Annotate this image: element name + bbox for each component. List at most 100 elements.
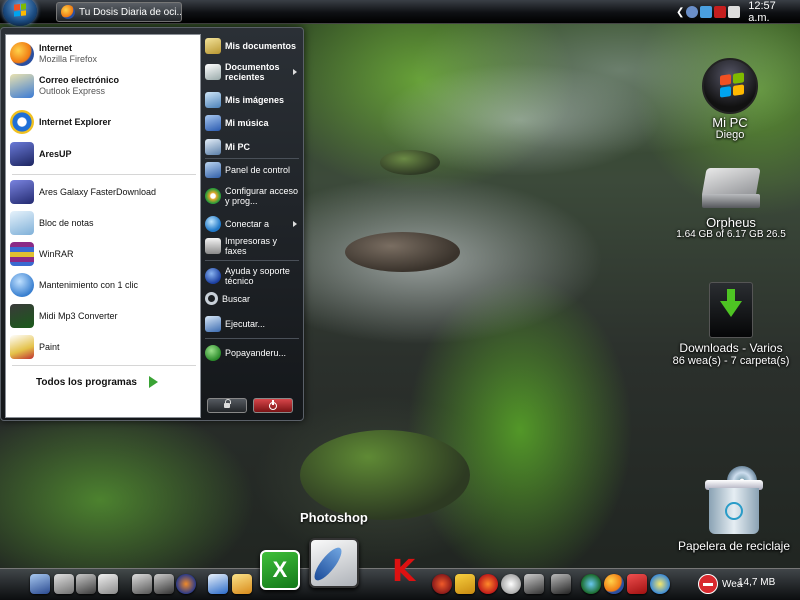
start-place-search[interactable]: Buscar [205, 292, 301, 305]
start-item-sublabel: Outlook Express [39, 86, 106, 96]
start-item-internet[interactable]: Internet Mozilla Firefox [10, 41, 198, 67]
desktop-icon-orpheus[interactable]: Orpheus 1.64 GB of 6.17 GB 26.5 [676, 164, 786, 241]
start-place-my-music[interactable]: Mi música [205, 115, 301, 131]
kaspersky-tray-icon[interactable] [714, 6, 727, 18]
safely-remove-icon[interactable] [700, 6, 713, 18]
system-tray: ❮ 12:57 a.m. [672, 0, 800, 24]
my-pictures-icon [205, 92, 221, 108]
start-menu-separator [12, 365, 196, 366]
taskbar: Tu Dosis Diaria de oci... ❮ 12:57 a.m. [0, 0, 800, 26]
start-place-my-pictures[interactable]: Mis imágenes [205, 92, 301, 108]
dock-hover-label: Photoshop [300, 510, 368, 525]
clock[interactable]: 12:57 a.m. [748, 0, 800, 24]
my-music-icon [205, 115, 221, 131]
start-item-midi-converter[interactable]: Midi Mp3 Converter [10, 303, 198, 329]
dock-app-icon[interactable] [176, 574, 196, 594]
set-program-access-icon [205, 188, 221, 204]
start-item-aresup[interactable]: AresUP [10, 141, 198, 167]
desktop-icon-label: Papelera de reciclaje [677, 539, 791, 553]
start-place-program-access[interactable]: Configurar acceso y prog... [205, 186, 301, 206]
search-icon [205, 292, 218, 305]
volume-icon[interactable] [728, 6, 741, 18]
folder-icon[interactable] [232, 574, 252, 594]
wallpaper-mossy-rock [300, 430, 470, 520]
start-item-maintenance[interactable]: Mantenimiento con 1 clic [10, 272, 198, 298]
start-place-connect-to[interactable]: Conectar a [205, 216, 301, 232]
start-item-paint[interactable]: Paint [10, 334, 198, 360]
all-programs-button[interactable]: Todos los programas [36, 376, 158, 388]
start-item-notepad[interactable]: Bloc de notas [10, 210, 198, 236]
start-menu-separator [12, 174, 196, 175]
dock-app-icon[interactable] [54, 574, 74, 594]
start-place-label: Panel de control [225, 165, 291, 175]
submenu-arrow-icon [293, 221, 297, 227]
desktop-icon-downloads[interactable]: Downloads - Varios 86 wea(s) - 7 carpeta… [670, 282, 792, 367]
dock-app-icon[interactable] [30, 574, 50, 594]
dock-app-icon[interactable] [627, 574, 647, 594]
desktop-icon-recycle-bin[interactable]: Papelera de reciclaje [672, 466, 796, 553]
feather-icon [310, 543, 346, 585]
start-item-label: AresUP [39, 148, 72, 159]
tray-expand-icon[interactable]: ❮ [676, 7, 684, 18]
submenu-arrow-icon [293, 69, 297, 75]
dock-app-icon[interactable] [154, 574, 174, 594]
dock-app-icon[interactable] [455, 574, 475, 594]
shutdown-button[interactable] [253, 398, 293, 413]
start-place-user[interactable]: Popayanderu... [205, 345, 301, 361]
lock-button[interactable] [207, 398, 247, 413]
kaspersky-icon[interactable]: K [392, 554, 420, 590]
recycle-bin-icon [703, 466, 765, 536]
start-item-ares-galaxy[interactable]: Ares Galaxy FasterDownload [10, 179, 198, 205]
ares-galaxy-icon [10, 180, 34, 204]
power-icon [269, 399, 277, 410]
start-place-printers[interactable]: Impresoras y faxes [205, 236, 301, 256]
start-item-internet-explorer[interactable]: Internet Explorer [10, 109, 198, 135]
desktop-icon-mi-pc[interactable]: Mi PC Diego [696, 58, 764, 141]
start-place-help[interactable]: Ayuda y soporte técnico [205, 266, 301, 286]
dock-app-icon[interactable] [650, 574, 670, 594]
start-menu: Internet Mozilla Firefox Correo electrón… [0, 27, 304, 421]
taskbar-window-button[interactable]: Tu Dosis Diaria de oci... [56, 2, 182, 22]
help-icon [205, 268, 221, 284]
start-item-label: WinRAR [39, 248, 74, 259]
aresup-icon [10, 142, 34, 166]
start-place-label: Conectar a [225, 219, 270, 229]
power-buttons [207, 398, 293, 413]
desktop-icon-label: Mi PC [712, 115, 748, 130]
start-item-email[interactable]: Correo electrónico Outlook Express [10, 73, 198, 99]
start-item-label: Mantenimiento con 1 clic [39, 279, 139, 290]
weather-widget[interactable]: Wea [698, 574, 742, 594]
dock-app-icon[interactable] [551, 574, 571, 594]
start-place-run[interactable]: Ejecutar... [205, 316, 301, 332]
user-icon [205, 345, 221, 361]
start-place-label: Ejecutar... [225, 319, 266, 329]
desktop-icon-sublabel: 86 wea(s) - 7 carpeta(s) [672, 355, 790, 367]
start-place-my-documents[interactable]: Mis documentos [205, 38, 301, 54]
size-readout: 14,7 MB [738, 577, 776, 588]
firefox-icon[interactable] [604, 574, 624, 594]
photoshop-icon[interactable] [309, 538, 359, 588]
messenger-icon[interactable] [581, 574, 601, 594]
firefox-icon [61, 5, 75, 19]
outlook-express-icon [10, 74, 34, 98]
start-place-my-pc[interactable]: Mi PC [205, 139, 301, 155]
dock-app-icon[interactable] [98, 574, 118, 594]
excel-icon[interactable]: X [260, 550, 300, 590]
network-icon[interactable] [686, 6, 699, 18]
start-button[interactable] [3, 0, 37, 26]
dock-app-icon[interactable] [76, 574, 96, 594]
dock-app-icon[interactable] [132, 574, 152, 594]
desktop-icon-sublabel: 1.64 GB of 6.17 GB 26.5 [676, 229, 786, 240]
start-item-label: Ares Galaxy FasterDownload [39, 186, 157, 197]
dock-app-icon[interactable] [478, 574, 498, 594]
dock-app-icon[interactable] [501, 574, 521, 594]
dock-app-icon[interactable] [524, 574, 544, 594]
stop-icon [698, 574, 718, 594]
dock-app-icon[interactable] [432, 574, 452, 594]
notepad-icon [10, 211, 34, 235]
start-place-recent-documents[interactable]: Documentos recientes [205, 62, 301, 82]
start-place-label: Documentos recientes [225, 62, 280, 82]
start-place-control-panel[interactable]: Panel de control [205, 162, 301, 178]
start-item-winrar[interactable]: WinRAR [10, 241, 198, 267]
word-icon[interactable] [208, 574, 228, 594]
